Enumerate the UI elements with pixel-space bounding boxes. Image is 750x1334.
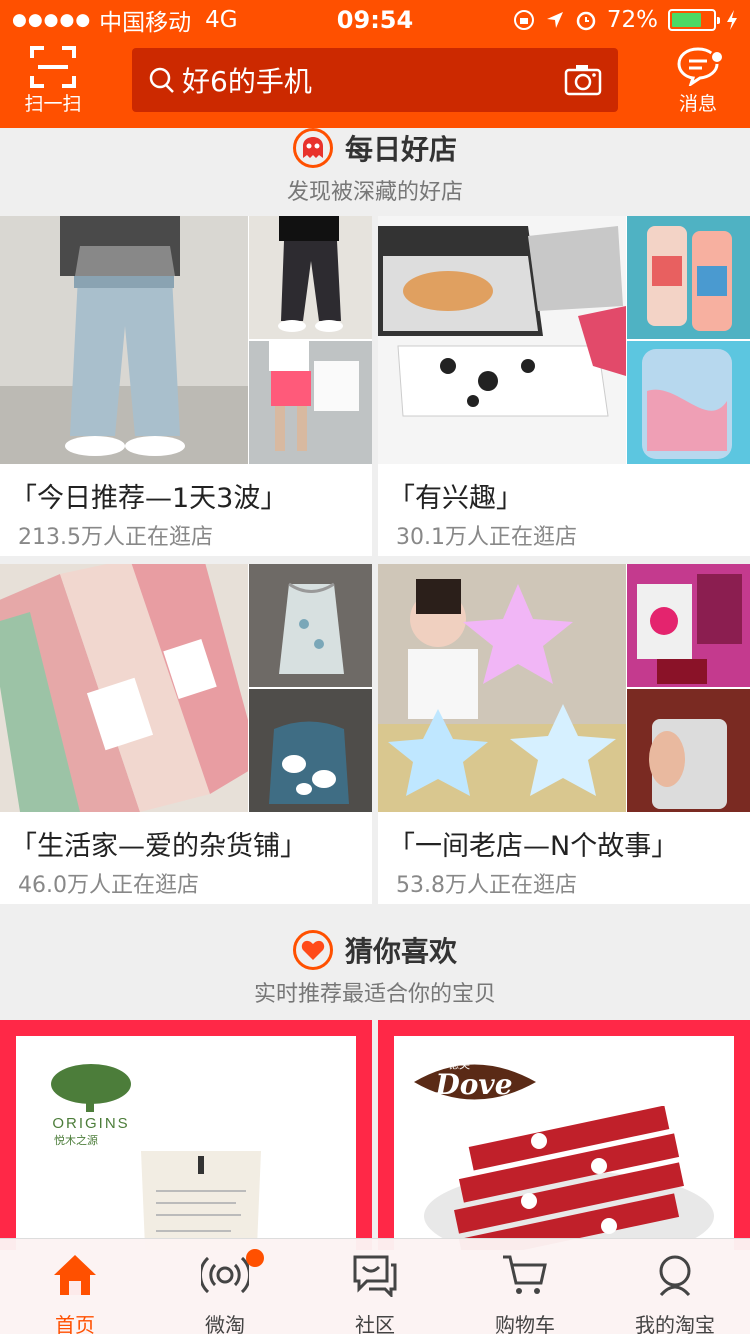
rotation-lock-icon	[513, 10, 534, 30]
tab-bar: 首页 微淘 社区 购物车 我的淘宝	[0, 1238, 750, 1334]
shop-images	[0, 216, 372, 464]
guess-header: 猜你喜欢 实时推荐最适合你的宝贝	[0, 930, 750, 1008]
shop-visits: 213.5万人正在逛店	[18, 525, 213, 550]
svg-text:德芙: 德芙	[448, 1057, 470, 1071]
messages-button[interactable]: 消息	[668, 46, 728, 116]
tab-weitao[interactable]: 微淘	[150, 1239, 300, 1334]
cart-icon	[503, 1255, 547, 1294]
shop-thumb-2	[627, 689, 750, 812]
app-screen: { "status": {"carrier": "中国移动", "network…	[0, 0, 750, 1334]
network-type: 4G	[205, 7, 238, 33]
unread-dot	[710, 50, 724, 64]
shop-thumb-1	[249, 216, 372, 339]
battery-percent: 72%	[606, 7, 658, 33]
shop-main-image	[378, 564, 626, 812]
shop-main-image	[0, 564, 248, 812]
shop-images	[0, 564, 372, 812]
shop-card-1[interactable]: 「今日推荐—1天3波」 213.5万人正在逛店	[0, 216, 372, 556]
shop-main-image	[378, 216, 626, 464]
shop-thumb-2	[249, 689, 372, 812]
shop-card-2[interactable]: 「有兴趣」 30.1万人正在逛店	[378, 216, 750, 556]
tab-label: 我的淘宝	[635, 1313, 715, 1334]
shop-thumb-1	[627, 564, 750, 687]
search-icon	[149, 67, 174, 93]
profile-icon	[659, 1255, 691, 1297]
tab-my-taobao[interactable]: 我的淘宝	[600, 1239, 750, 1334]
message-label: 消息	[678, 93, 717, 115]
guess-subtitle: 实时推荐最适合你的宝贝	[253, 982, 496, 1007]
origins-logo: ORIGINS 悦木之源	[51, 1064, 131, 1146]
shop-name: 「一间老店—N个故事」	[388, 831, 679, 862]
svg-text:ORIGINS: ORIGINS	[52, 1115, 129, 1132]
battery-icon	[668, 9, 720, 31]
guess-title: 猜你喜欢	[0, 930, 750, 970]
guess-title-text: 猜你喜欢	[344, 935, 457, 968]
product-tube	[141, 1151, 261, 1250]
signal-icon: ●●●●●	[12, 10, 92, 30]
heart-icon	[292, 930, 333, 970]
shop-card-4[interactable]: 「一间老店—N个故事」 53.8万人正在逛店	[378, 564, 750, 904]
home-icon	[54, 1255, 96, 1295]
notification-dot	[246, 1249, 264, 1267]
status-right: 72%	[513, 7, 738, 33]
product-image: ORIGINS 悦木之源	[16, 1036, 356, 1250]
svg-text:Dove: Dove	[434, 1068, 512, 1101]
product-image: Dove 德芙	[394, 1036, 734, 1250]
charging-icon	[727, 10, 737, 30]
shop-name: 「今日推荐—1天3波」	[10, 483, 288, 514]
search-input[interactable]: 好6的手机	[132, 48, 618, 112]
top-bar: ●●●●● 中国移动 4G 09:54 72% 扫一扫 好6的手机 消息	[0, 0, 750, 128]
tab-community[interactable]: 社区	[300, 1239, 450, 1334]
tab-label: 首页	[55, 1313, 95, 1334]
shop-visits: 46.0万人正在逛店	[18, 873, 199, 898]
shop-images	[378, 216, 750, 464]
shop-name: 「有兴趣」	[388, 483, 523, 514]
daily-shops-header: 每日好店 发现被深藏的好店	[0, 128, 750, 206]
shop-name: 「生活家—爱的杂货铺」	[10, 831, 307, 862]
shop-main-image	[0, 216, 248, 464]
svg-text:悦木之源: 悦木之源	[54, 1133, 98, 1146]
shop-thumb-2	[627, 341, 750, 464]
recommend-item-2[interactable]: Dove 德芙	[378, 1020, 750, 1250]
shop-visits: 53.8万人正在逛店	[396, 873, 577, 898]
camera-icon[interactable]	[564, 64, 602, 96]
search-query: 好6的手机	[182, 65, 312, 98]
scan-icon	[30, 46, 76, 88]
shop-visits: 30.1万人正在逛店	[396, 525, 577, 550]
shop-thumb-1	[249, 564, 372, 687]
daily-shops-subtitle: 发现被深藏的好店	[286, 180, 463, 205]
shop-thumb-1	[627, 216, 750, 339]
scan-label: 扫一扫	[24, 93, 82, 115]
shop-images	[378, 564, 750, 812]
daily-shops-title-text: 每日好店	[344, 133, 457, 166]
alarm-icon	[576, 11, 596, 31]
shop-thumb-2	[249, 341, 372, 464]
chocolate-bars	[424, 1106, 714, 1250]
chat-icon	[353, 1255, 397, 1297]
tab-label: 购物车	[495, 1313, 555, 1334]
carrier-name: 中国移动	[99, 10, 192, 36]
daily-shops-title: 每日好店	[0, 128, 750, 168]
recommend-item-1[interactable]: ORIGINS 悦木之源	[0, 1020, 372, 1250]
broadcast-icon	[201, 1256, 249, 1294]
tab-label: 微淘	[205, 1313, 245, 1334]
shop-mascot-icon	[292, 128, 333, 168]
scan-button[interactable]: 扫一扫	[22, 46, 84, 116]
status-bar: ●●●●● 中国移动 4G 09:54 72%	[0, 0, 750, 40]
tab-label: 社区	[355, 1313, 395, 1334]
location-icon	[546, 12, 563, 28]
shop-card-3[interactable]: 「生活家—爱的杂货铺」 46.0万人正在逛店	[0, 564, 372, 904]
tab-home[interactable]: 首页	[0, 1239, 150, 1334]
tab-cart[interactable]: 购物车	[450, 1239, 600, 1334]
